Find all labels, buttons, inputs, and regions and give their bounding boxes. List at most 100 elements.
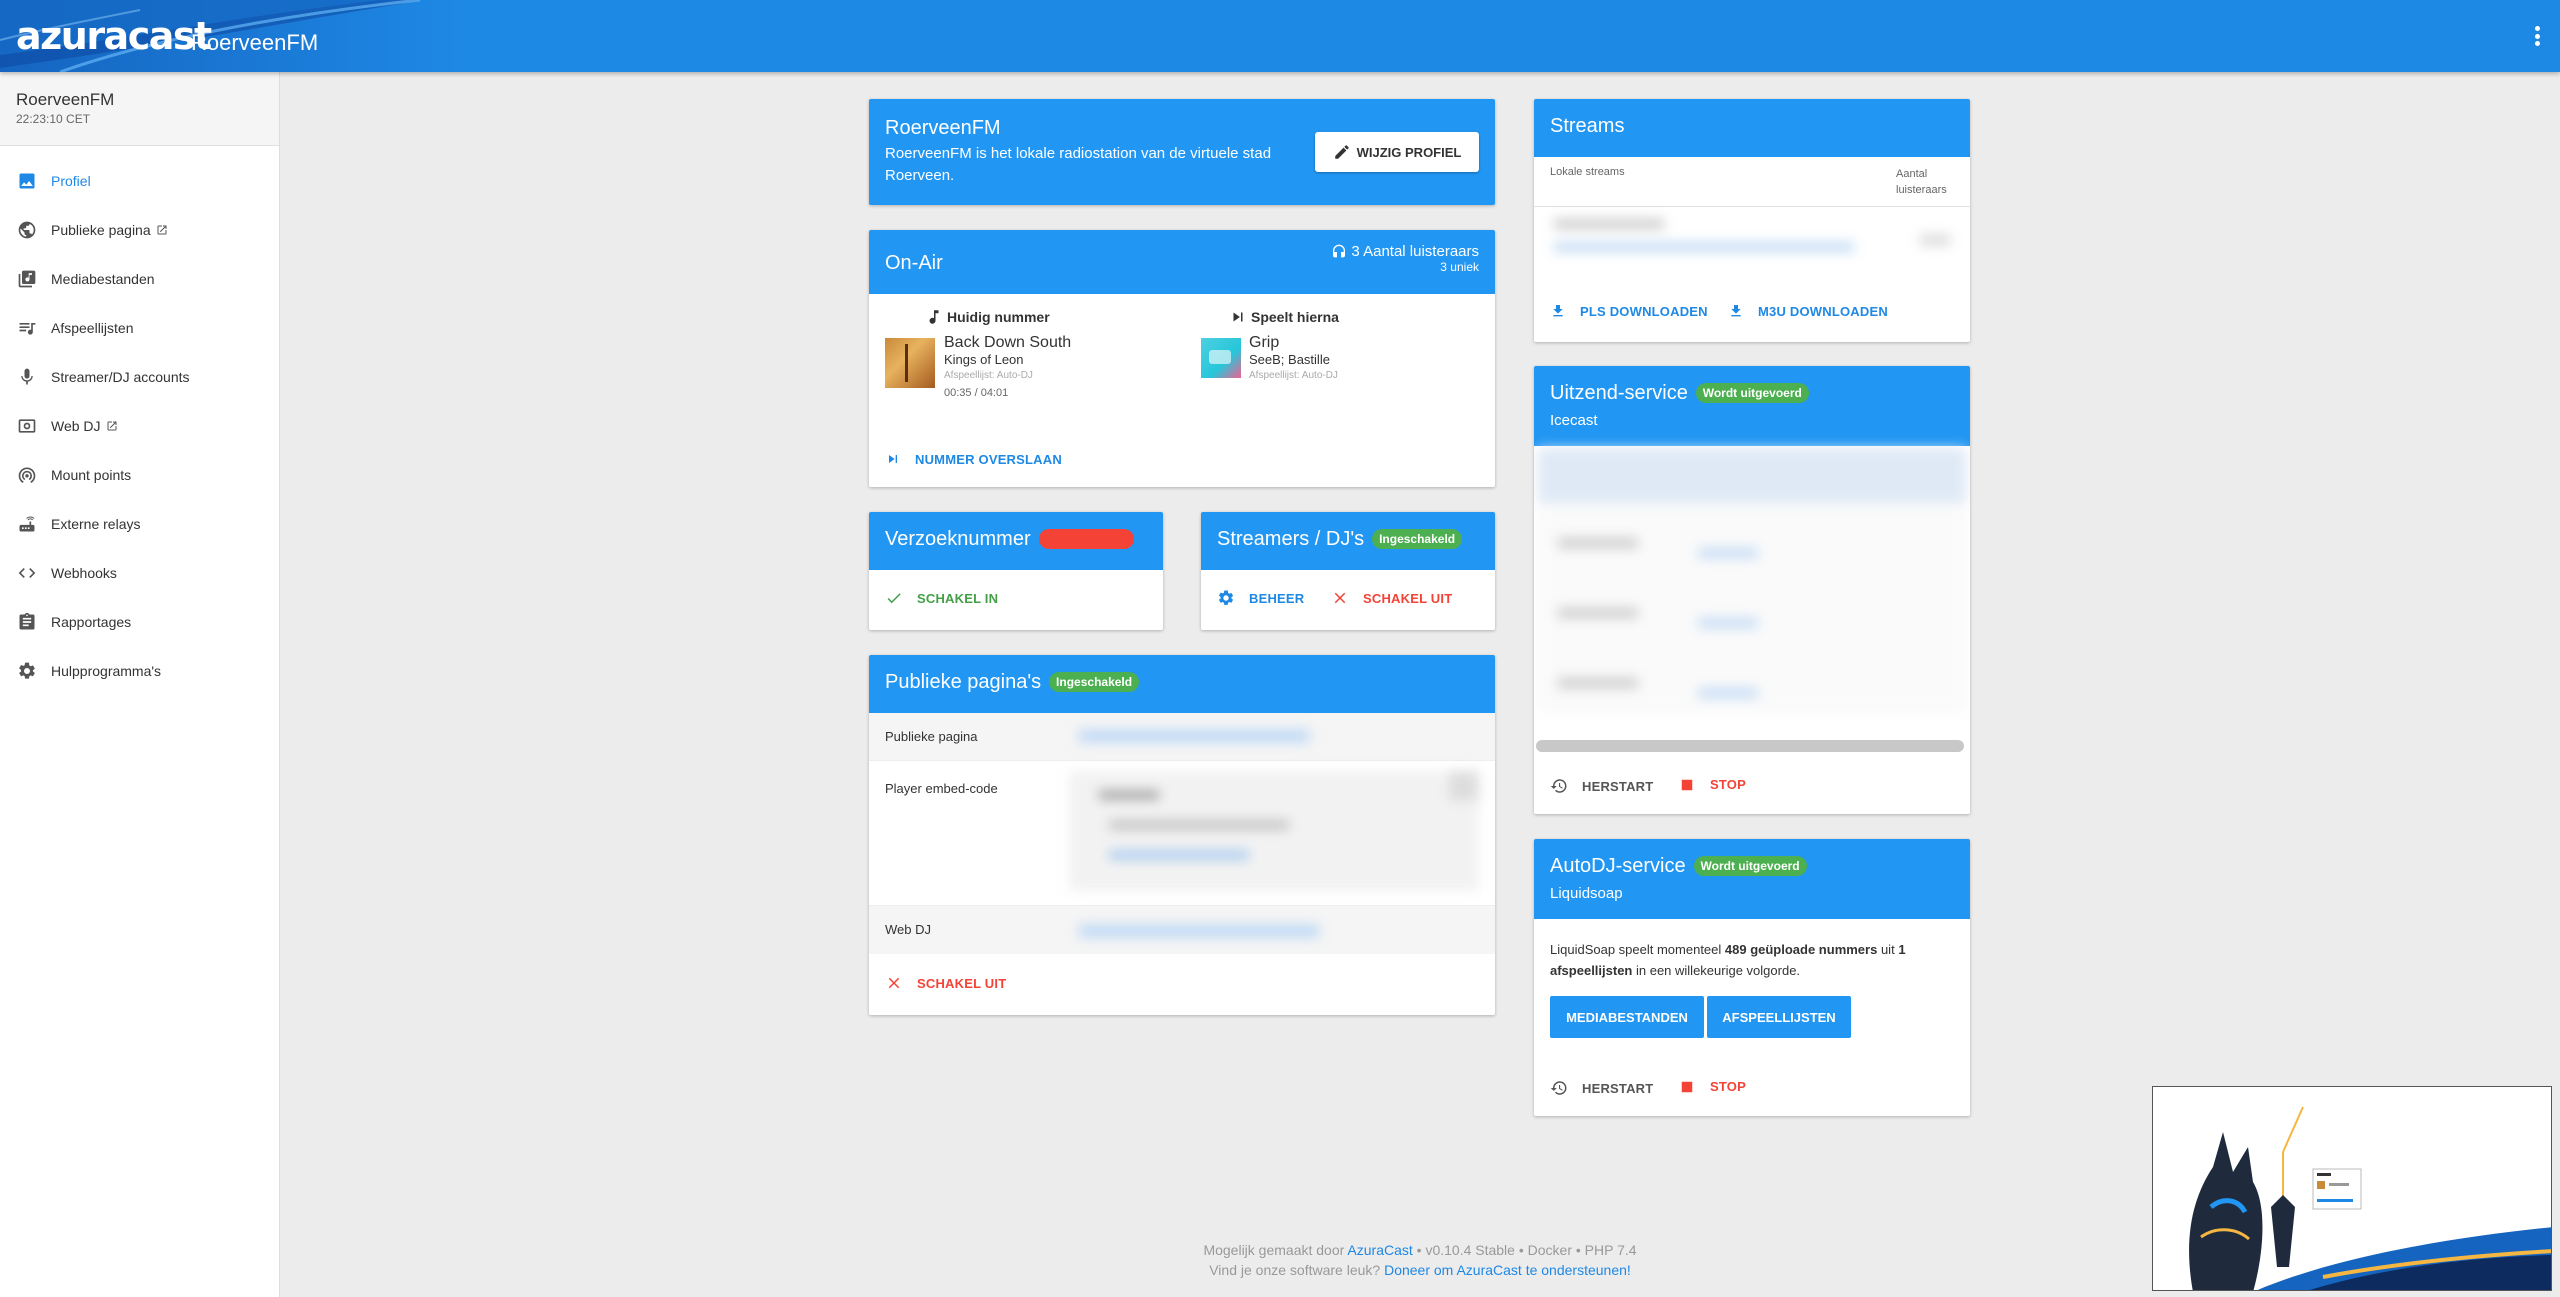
public-page-row: Publieke pagina (869, 713, 1495, 761)
sidebar: RoerveenFM 22:23:10 CET Profiel Publieke… (0, 72, 280, 1297)
manage-streamers-button[interactable]: BEHEER (1209, 581, 1312, 615)
current-track-title: Back Down South (944, 334, 1072, 351)
autodj-text: LiquidSoap speelt momenteel (1550, 942, 1725, 957)
broadcast-restart-label: HERSTART (1582, 778, 1654, 794)
autodj-text: in een willekeurige volgorde. (1632, 963, 1801, 978)
preview-thumbnail[interactable] (2152, 1086, 2552, 1291)
pencil-icon (1333, 143, 1351, 161)
autodj-restart-button[interactable]: HERSTART (1542, 1071, 1661, 1105)
pls-download-button[interactable]: PLS DOWNLOADEN (1542, 295, 1716, 327)
autodj-header: AutoDJ-service Wordt uitgevoerd Liquidso… (1534, 839, 1970, 919)
sidebar-item-streamer-dj-accounts[interactable]: Streamer/DJ accounts (0, 352, 279, 401)
autodj-restart-label: HERSTART (1582, 1080, 1654, 1096)
sidebar-item-hulpprogrammas[interactable]: Hulpprogramma's (0, 646, 279, 695)
streams-table-body (1544, 214, 1960, 269)
sidebar-item-label: Mediabestanden (51, 270, 155, 287)
sidebar-item-label: Hulpprogramma's (51, 662, 162, 679)
disable-public-pages-button[interactable]: SCHAKEL UIT (877, 966, 1014, 1000)
sidebar-item-label: Publieke pagina (51, 221, 151, 238)
restart-icon (1550, 1079, 1576, 1097)
public-pages-status-badge: Ingeschakeld (1049, 672, 1140, 693)
station-title: RoerveenFM (191, 30, 319, 55)
headphones-icon (1331, 244, 1347, 260)
autodj-stop-label: STOP (1710, 1079, 1746, 1094)
streams-header: Streams (1534, 99, 1970, 157)
router-icon (16, 513, 38, 535)
more-menu-icon[interactable] (2534, 26, 2540, 46)
sidebar-item-label: Web DJ (51, 417, 101, 434)
download-icon (1728, 303, 1752, 319)
next-track-artist: SeeB; Bastille (1249, 352, 1330, 367)
azuracast-logo[interactable]: azuracast (16, 14, 212, 58)
streamers-title: Streamers / DJ's (1217, 528, 1365, 550)
autodj-title: AutoDJ-service (1550, 855, 1686, 877)
queue-music-icon (16, 317, 38, 339)
unique-listeners: 3 uniek (1440, 260, 1479, 274)
broadcast-title: Uitzend-service (1550, 382, 1688, 404)
streamers-header: Streamers / DJ's Ingeschakeld (1201, 512, 1495, 570)
streams-table-head: Lokale streams Aantal luisteraars (1534, 157, 1970, 207)
skip-song-button[interactable]: NUMMER OVERSLAAN (877, 443, 1070, 475)
footer-text: Vind je onze software leuk? (1209, 1262, 1385, 1278)
skip-song-label: NUMMER OVERSLAAN (915, 451, 1062, 467)
stop-icon (1680, 778, 1702, 792)
sidebar-item-externe-relays[interactable]: Externe relays (0, 499, 279, 548)
azuracast-link[interactable]: AzuraCast (1347, 1242, 1412, 1258)
download-icon (1550, 303, 1574, 319)
profile-card: RoerveenFM RoerveenFM is het lokale radi… (869, 99, 1495, 205)
public-page-url[interactable] (1079, 730, 1309, 742)
current-track-playlist: Afspeellijst: Auto-DJ (944, 370, 1033, 381)
globe-icon (16, 219, 38, 241)
skip-next-icon (1229, 308, 1247, 326)
sidebar-item-rapportages[interactable]: Rapportages (0, 597, 279, 646)
sidebar-item-label: Afspeellijsten (51, 319, 134, 336)
requests-card: Verzoeknummer Uitgeschakeld SCHAKEL IN (869, 512, 1163, 630)
autodj-stop-button[interactable]: STOP (1672, 1071, 1754, 1102)
playlists-button[interactable]: AFSPEELLIJSTEN (1707, 996, 1851, 1038)
autodj-service-card: AutoDJ-service Wordt uitgevoerd Liquidso… (1534, 839, 1970, 1116)
col-local-streams: Lokale streams (1550, 166, 1625, 178)
mascot-image (2189, 1106, 2551, 1290)
media-files-button[interactable]: MEDIABESTANDEN (1550, 996, 1704, 1038)
donate-link[interactable]: Doneer om AzuraCast te ondersteunen! (1384, 1262, 1631, 1278)
current-track-artist: Kings of Leon (944, 352, 1024, 367)
enable-requests-button[interactable]: SCHAKEL IN (877, 581, 1006, 615)
mounts-scrollbar[interactable] (1536, 740, 1964, 752)
sidebar-item-mount-points[interactable]: Mount points (0, 450, 279, 499)
code-icon (16, 562, 38, 584)
sidebar-item-mediabestanden[interactable]: Mediabestanden (0, 254, 279, 303)
sidebar-item-webhooks[interactable]: Webhooks (0, 548, 279, 597)
disable-streamers-button[interactable]: SCHAKEL UIT (1323, 581, 1460, 615)
m3u-download-button[interactable]: M3U DOWNLOADEN (1720, 295, 1896, 327)
autodj-description: LiquidSoap speelt momenteel 489 geüpload… (1550, 939, 1950, 981)
stop-icon (1680, 1080, 1702, 1094)
m3u-label: M3U DOWNLOADEN (1758, 303, 1888, 319)
requests-title: Verzoeknummer (885, 528, 1031, 550)
public-page-row-label: Publieke pagina (885, 729, 978, 744)
broadcast-restart-button[interactable]: HERSTART (1542, 769, 1661, 803)
streamers-status-badge: Ingeschakeld (1372, 529, 1463, 550)
autodj-text: uit (1877, 942, 1899, 957)
next-album-art (1201, 338, 1241, 378)
profile-description: RoerveenFM is het lokale radiostation va… (885, 145, 1272, 184)
gear-icon (1217, 589, 1243, 607)
edit-profile-button[interactable]: WIJZIG PROFIEL (1315, 132, 1479, 172)
web-dj-url[interactable] (1079, 925, 1319, 937)
sidebar-item-label: Profiel (51, 172, 91, 189)
music-note-icon (925, 308, 943, 326)
current-track-label: Huidig nummer (947, 309, 1050, 325)
sidebar-item-publieke-pagina[interactable]: Publieke pagina (0, 205, 279, 254)
web-dj-row: Web DJ (869, 906, 1495, 954)
close-icon (885, 974, 911, 992)
streamers-card: Streamers / DJ's Ingeschakeld BEHEER SCH… (1201, 512, 1495, 630)
broadcast-stop-button[interactable]: STOP (1672, 769, 1754, 800)
sidebar-item-label: Webhooks (51, 564, 117, 581)
sidebar-item-profiel[interactable]: Profiel (0, 156, 279, 205)
sidebar-item-afspeellijsten[interactable]: Afspeellijsten (0, 303, 279, 352)
check-icon (885, 589, 911, 607)
sidebar-item-web-dj[interactable]: Web DJ (0, 401, 279, 450)
sidebar-clock: 22:23:10 CET (16, 112, 91, 126)
autodj-song-count: 489 geüploade nummers (1724, 942, 1878, 957)
footer-text: Mogelijk gemaakt door (1203, 1242, 1348, 1258)
embed-code-box[interactable] (1069, 771, 1479, 891)
